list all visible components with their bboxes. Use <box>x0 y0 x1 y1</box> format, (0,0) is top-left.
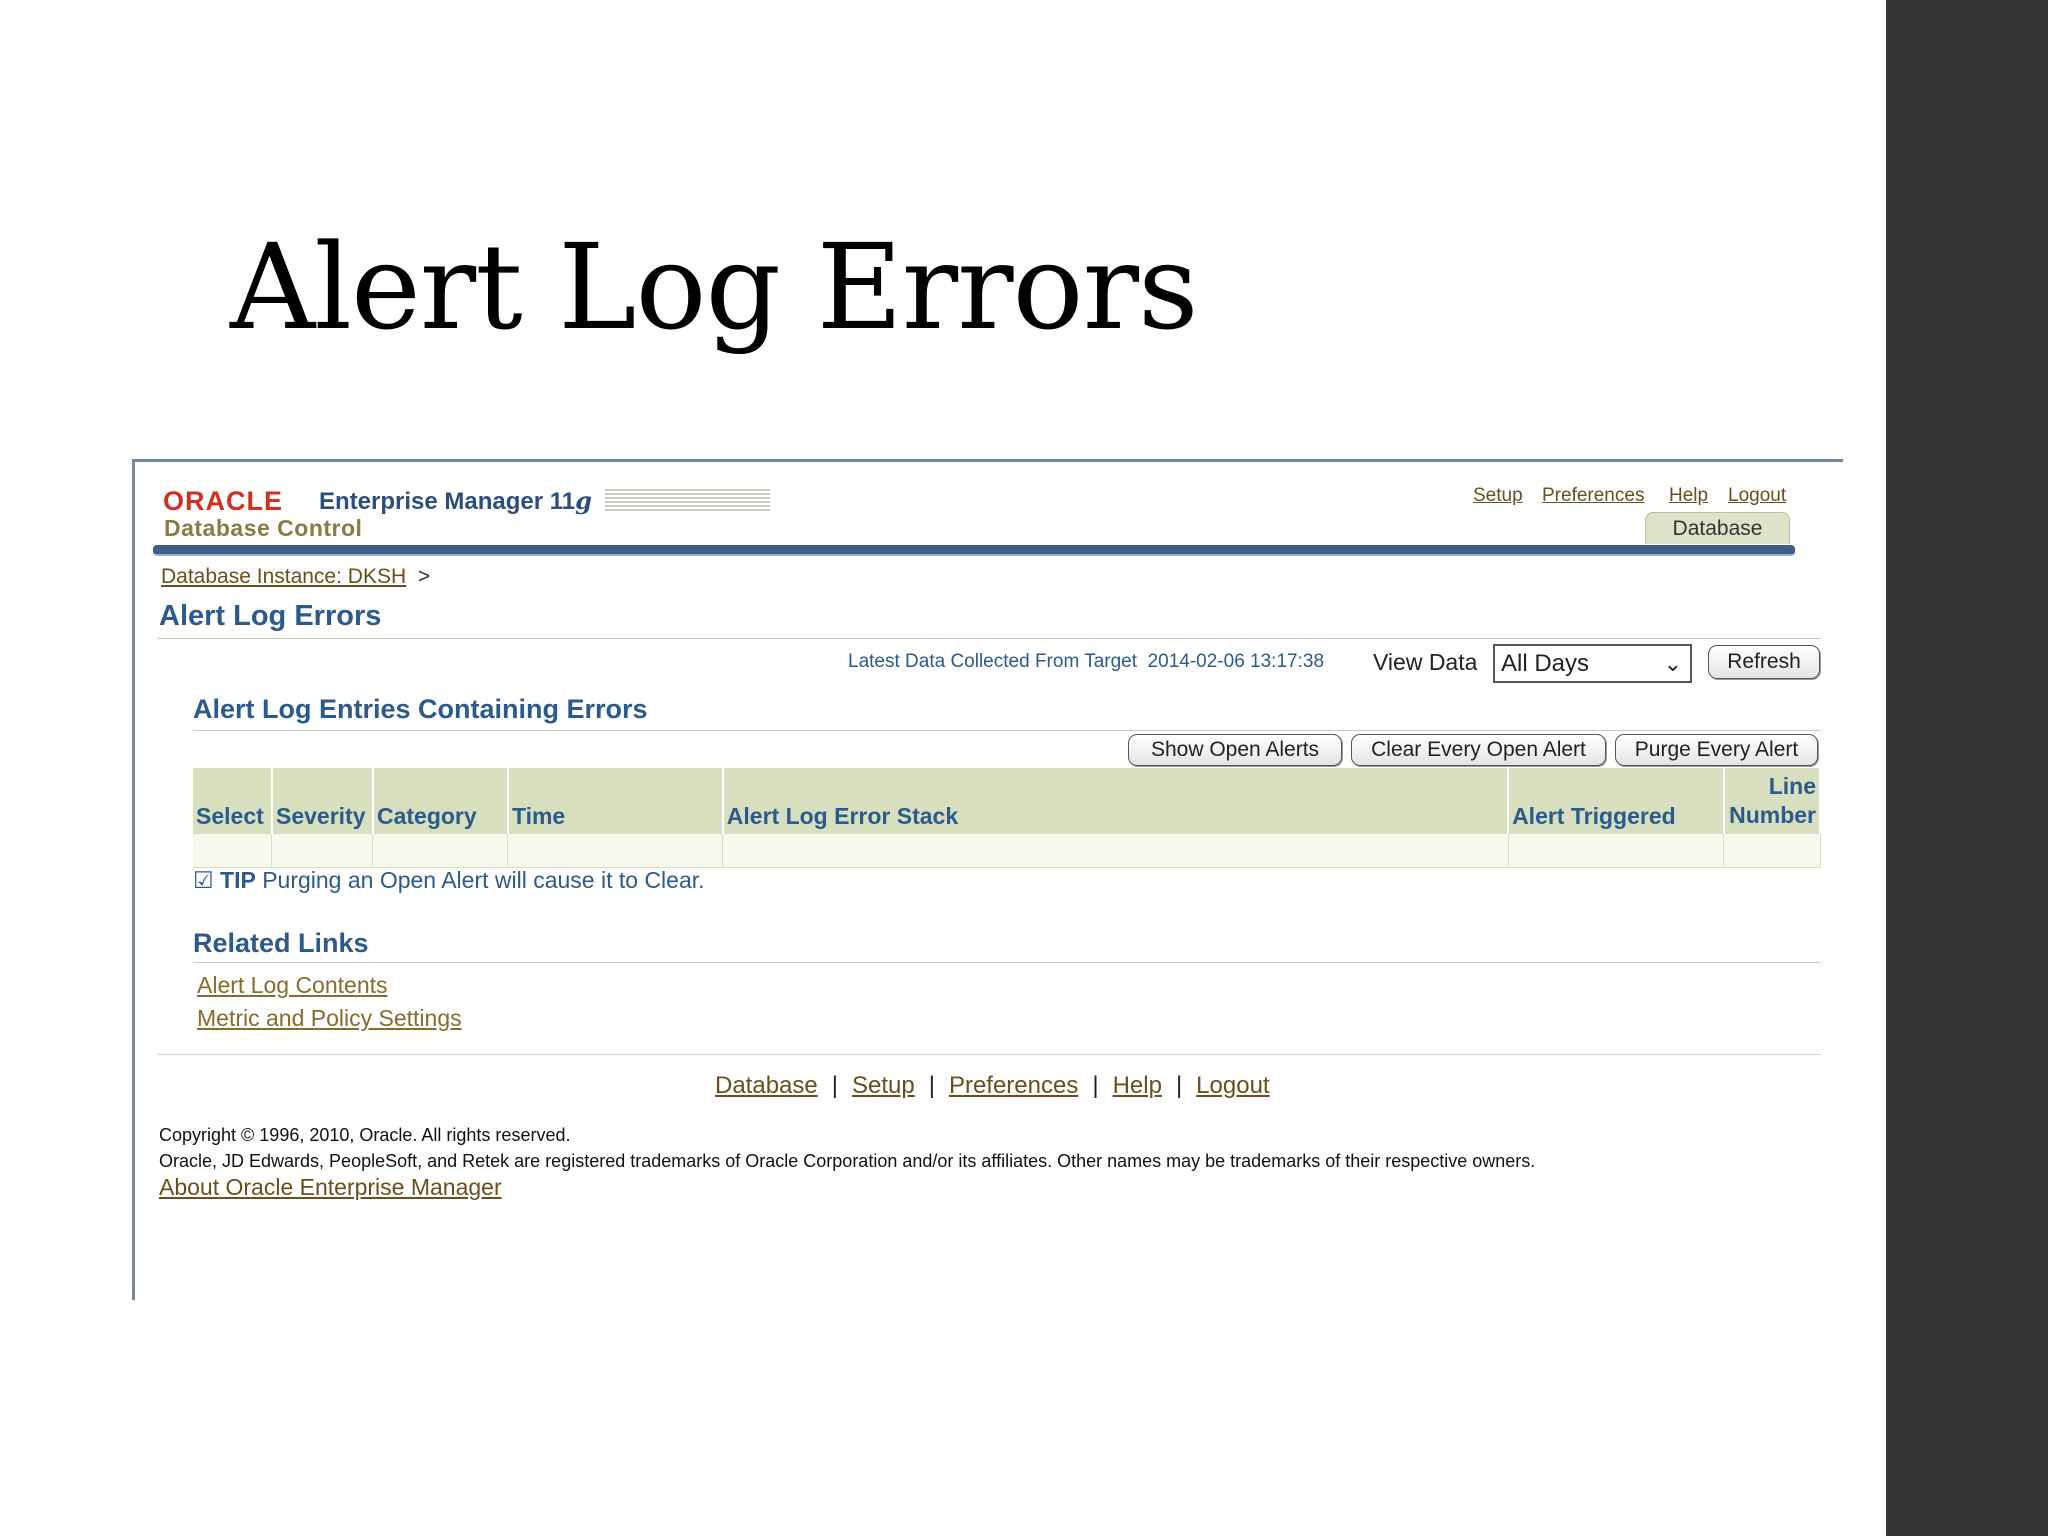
clear-every-open-alert-button[interactable]: Clear Every Open Alert <box>1351 734 1606 766</box>
collected-value: 2014-02-06 13:17:38 <box>1147 651 1325 672</box>
related-link-metric-policy-settings[interactable]: Metric and Policy Settings <box>197 1005 462 1032</box>
footer-link-setup[interactable]: Setup <box>852 1072 915 1099</box>
oracle-logo: ORACLE <box>163 486 283 516</box>
slide-side-bar <box>1886 0 2048 1536</box>
product-version-suffix: g <box>575 486 592 515</box>
collected-timestamp: Latest Data Collected From Target 2014-0… <box>848 651 1324 673</box>
column-header-error-stack: Alert Log Error Stack <box>722 768 1510 834</box>
table-cell <box>507 834 724 868</box>
table-row <box>193 834 1821 868</box>
trademark-text: Oracle, JD Edwards, PeopleSoft, and Rete… <box>159 1151 1536 1171</box>
copyright-text: Copyright © 1996, 2010, Oracle. All righ… <box>159 1125 571 1145</box>
brand-stripes-decoration <box>605 489 770 513</box>
chevron-down-icon: ⌄ <box>1663 651 1682 676</box>
refresh-button[interactable]: Refresh <box>1708 645 1820 679</box>
column-header-time[interactable]: Time <box>507 768 724 834</box>
table-cell <box>193 834 273 868</box>
table-cell <box>722 834 1509 868</box>
column-header-select: Select <box>193 768 273 834</box>
view-data-selected: All Days <box>1501 650 1590 677</box>
product-name: Enterprise Manager 11g <box>319 486 592 516</box>
table-cell <box>271 834 374 868</box>
tip-label: TIP <box>220 867 256 893</box>
entries-section-title: Alert Log Entries Containing Errors <box>193 694 648 724</box>
divider <box>193 730 1821 731</box>
footer-links: Database | Setup | Preferences | Help | Logout <box>715 1072 1270 1099</box>
slide-title: Alert Log Errors <box>230 218 1199 356</box>
view-data-label: View Data <box>1373 649 1478 675</box>
purge-every-alert-button[interactable]: Purge Every Alert <box>1615 734 1818 766</box>
table-header-row: Select Severity Category Time Alert Log … <box>193 768 1822 834</box>
footer-link-logout[interactable]: Logout <box>1196 1072 1269 1099</box>
tip-text: Purging an Open Alert will cause it to C… <box>262 867 705 893</box>
column-header-alert-triggered: Alert Triggered <box>1508 768 1725 834</box>
product-subtitle: Database Control <box>164 515 363 541</box>
column-header-line-number: Line Number <box>1723 768 1822 834</box>
divider <box>157 1054 1821 1055</box>
global-link-setup[interactable]: Setup <box>1473 485 1523 507</box>
table-cell <box>372 834 509 868</box>
product-name-text: Enterprise Manager 11 <box>319 488 576 515</box>
header-bar <box>153 545 1795 556</box>
page-title: Alert Log Errors <box>159 600 382 632</box>
tip-message: ☑ TIP Purging an Open Alert will cause i… <box>193 867 705 894</box>
view-data-select[interactable]: All Days ⌄ <box>1493 644 1692 683</box>
footer-link-preferences[interactable]: Preferences <box>949 1072 1078 1099</box>
table-cell <box>1508 834 1725 868</box>
em-screenshot: ORACLE Enterprise Manager 11g Database C… <box>132 459 1843 1300</box>
column-header-category[interactable]: Category <box>372 768 509 834</box>
global-link-help[interactable]: Help <box>1669 485 1708 507</box>
checkmark-icon: ☑ <box>193 867 214 893</box>
related-links-title: Related Links <box>193 928 369 958</box>
about-link[interactable]: About Oracle Enterprise Manager <box>159 1174 502 1201</box>
breadcrumb: Database Instance: DKSH > <box>161 565 430 589</box>
divider <box>193 962 1821 963</box>
breadcrumb-link-database-instance[interactable]: Database Instance: DKSH <box>161 565 406 588</box>
divider <box>157 638 1821 639</box>
tab-database[interactable]: Database <box>1645 512 1790 544</box>
show-open-alerts-button[interactable]: Show Open Alerts <box>1128 734 1342 766</box>
table-cell <box>1723 834 1821 868</box>
global-link-preferences[interactable]: Preferences <box>1542 485 1644 507</box>
alert-log-entries-table: Select Severity Category Time Alert Log … <box>193 768 1822 868</box>
collected-label: Latest Data Collected From Target <box>848 651 1138 672</box>
footer-link-database[interactable]: Database <box>715 1072 818 1099</box>
footer-link-help[interactable]: Help <box>1113 1072 1162 1099</box>
related-link-alert-log-contents[interactable]: Alert Log Contents <box>197 972 388 999</box>
column-header-severity[interactable]: Severity <box>271 768 374 834</box>
global-link-logout[interactable]: Logout <box>1728 485 1786 507</box>
breadcrumb-separator: > <box>417 565 431 588</box>
